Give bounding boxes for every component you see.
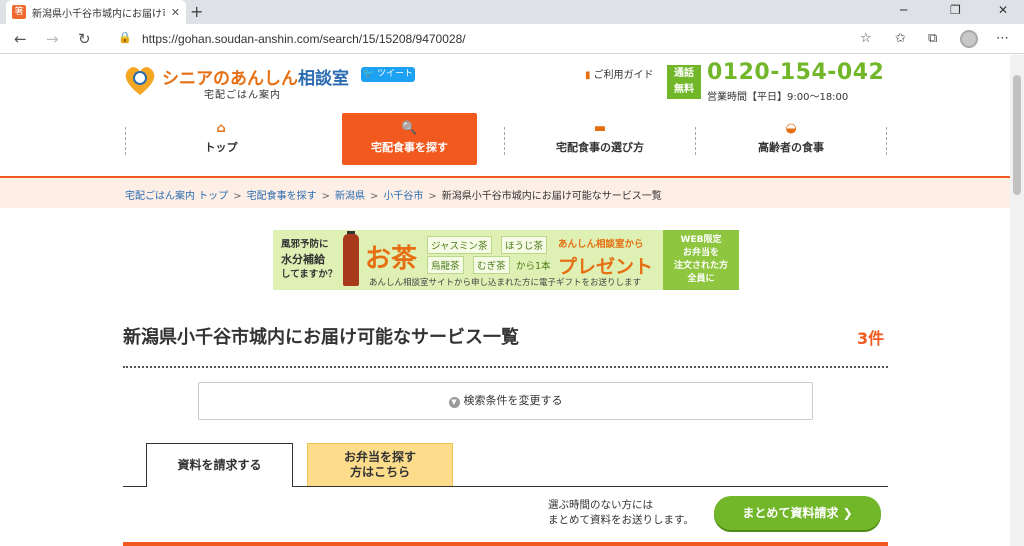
banner-ocha: お茶 xyxy=(365,244,418,274)
site-favicon-icon: 箸 xyxy=(12,5,26,19)
page-title: 新潟県小千谷市城内にお届け可能なサービス一覧 xyxy=(123,327,519,348)
tea-tag: ジャスミン茶 xyxy=(427,236,492,254)
browser-tab[interactable]: 箸 新潟県小千谷市城内にお届け可能な ✕ xyxy=(6,0,186,24)
tweet-button[interactable]: 🐦 ツイート xyxy=(361,67,415,82)
bulk-request-button[interactable]: まとめて資料請求 ❯ xyxy=(714,496,881,530)
banner-footnote: あんしん相談室サイトから申し込まれた方に電子ギフトをお送りします xyxy=(369,278,642,288)
browser-tab-bar: 箸 新潟県小千谷市城内にお届け可能な ✕ + ─ ❐ ✕ xyxy=(0,0,1024,24)
tea-tag: むぎ茶 xyxy=(473,256,510,274)
breadcrumb-link[interactable]: 宅配ごはん案内 トップ xyxy=(125,191,228,202)
site-logo[interactable]: シニアのあんしん相談室 宅配ごはん案内 xyxy=(122,62,349,102)
tea-gift-banner[interactable]: 風邪予防に 水分補給 してますか？ お茶 ジャスミン茶 ほうじ茶 烏龍茶 むぎ茶… xyxy=(273,230,739,290)
scrollbar-thumb[interactable] xyxy=(1013,75,1021,195)
profile-avatar[interactable] xyxy=(960,30,978,48)
chevron-right-icon: ❯ xyxy=(842,506,853,520)
tab-close-icon[interactable]: ✕ xyxy=(171,6,180,19)
magnifier-icon: 🔍 xyxy=(401,121,418,136)
section-accent-line xyxy=(123,542,888,546)
guide-link[interactable]: ▮ ご利用ガイド xyxy=(585,66,654,81)
global-nav: ⌂ トップ 🔍 宅配食事を探す ▬ 宅配食事の選び方 ◒ 高齢者の食事 xyxy=(122,113,888,165)
tab-request-documents[interactable]: 資料を請求する xyxy=(146,443,293,487)
collections-icon[interactable]: ⧉ xyxy=(928,31,937,46)
nav-item-howto[interactable]: ▬ 宅配食事の選び方 xyxy=(505,113,695,165)
breadcrumb-link[interactable]: 小千谷市 xyxy=(383,191,423,202)
nav-item-search[interactable]: 🔍 宅配食事を探す xyxy=(342,113,477,165)
tea-tag: 烏龍茶 xyxy=(427,256,464,274)
breadcrumb-link[interactable]: 新潟県 xyxy=(335,191,365,202)
reload-icon[interactable]: ↻ xyxy=(78,30,91,48)
breadcrumb: 宅配ごはん案内 トップ > 宅配食事を探す > 新潟県 > 小千谷市 > 新潟県小千谷市城内にお… xyxy=(125,187,662,202)
favorite-star-icon[interactable]: ☆ xyxy=(860,31,872,46)
breadcrumb-link[interactable]: 宅配食事を探す xyxy=(247,191,317,202)
url-field[interactable]: 🔒 https://gohan.soudan-anshin.com/search… xyxy=(108,28,880,50)
nav-item-top[interactable]: ⌂ トップ xyxy=(126,113,316,165)
new-tab-icon[interactable]: + xyxy=(190,2,203,21)
tea-tag: ほうじ茶 xyxy=(501,236,548,254)
banner-present: プレゼント xyxy=(558,256,654,278)
phone-number[interactable]: 0120-154-042 xyxy=(707,60,884,85)
lock-icon: 🔒 xyxy=(118,31,132,44)
book-icon: ▮ xyxy=(585,70,591,81)
banner-from: あんしん相談室から xyxy=(558,239,644,250)
free-call-badge: 通話 無料 xyxy=(667,65,701,99)
logo-subtitle: 宅配ごはん案内 xyxy=(204,90,281,101)
breadcrumb-separator-icon: > xyxy=(428,191,437,202)
breadcrumb-bar: 宅配ごはん案内 トップ > 宅配食事を探す > 新潟県 > 小千谷市 > 新潟県小千谷市城内にお… xyxy=(0,176,1010,208)
home-icon: ⌂ xyxy=(216,121,226,136)
result-count: 3件 xyxy=(857,329,885,348)
bulk-request-note: 選ぶ時間のない方には まとめて資料をお送りします。 xyxy=(548,499,694,526)
page-scrollbar[interactable] xyxy=(1010,55,1024,546)
breadcrumb-separator-icon: > xyxy=(321,191,330,202)
tab-title: 新潟県小千谷市城内にお届け可能な xyxy=(32,8,165,20)
banner-lead-text: 風邪予防に 水分補給 してますか？ xyxy=(281,239,338,280)
heading-divider xyxy=(123,366,888,368)
restore-icon[interactable]: ❐ xyxy=(950,3,961,17)
change-search-conditions-button[interactable]: ▼ 検索条件を変更する xyxy=(198,382,813,420)
more-menu-icon[interactable]: ⋯ xyxy=(996,31,1009,46)
twitter-bird-icon: 🐦 xyxy=(362,69,375,79)
window-close-icon[interactable]: ✕ xyxy=(998,3,1008,17)
bento-box-icon: ▬ xyxy=(593,121,607,136)
business-hours: 営業時間【平日】9:00〜18:00 xyxy=(707,92,849,103)
breadcrumb-separator-icon: > xyxy=(369,191,379,202)
url-text: https://gohan.soudan-anshin.com/search/1… xyxy=(142,32,466,46)
nav-divider xyxy=(886,127,887,155)
favorites-list-icon[interactable]: ✩ xyxy=(895,31,906,46)
banner-web-only: WEB限定 お弁当を 注文された方 全員に xyxy=(663,230,739,290)
back-arrow-icon[interactable]: ← xyxy=(14,30,27,48)
chevron-down-icon: ▼ xyxy=(448,397,460,408)
minimize-icon[interactable]: ─ xyxy=(900,3,907,17)
forward-arrow-icon[interactable]: → xyxy=(46,30,59,48)
bowl-icon: ◒ xyxy=(785,121,797,136)
nav-item-senior-meals[interactable]: ◒ 高齢者の食事 xyxy=(696,113,886,165)
address-bar-row: ← → ↻ 🔒 https://gohan.soudan-anshin.com/… xyxy=(0,24,1024,54)
heart-logo-icon xyxy=(125,67,155,95)
breadcrumb-separator-icon: > xyxy=(233,191,242,202)
tea-bottle-icon xyxy=(343,234,359,286)
breadcrumb-current: 新潟県小千谷市城内にお届け可能なサービス一覧 xyxy=(441,191,662,202)
tab-find-bento[interactable]: お弁当を探す 方はこちら xyxy=(307,443,453,486)
banner-kara: から1本 xyxy=(516,261,551,272)
